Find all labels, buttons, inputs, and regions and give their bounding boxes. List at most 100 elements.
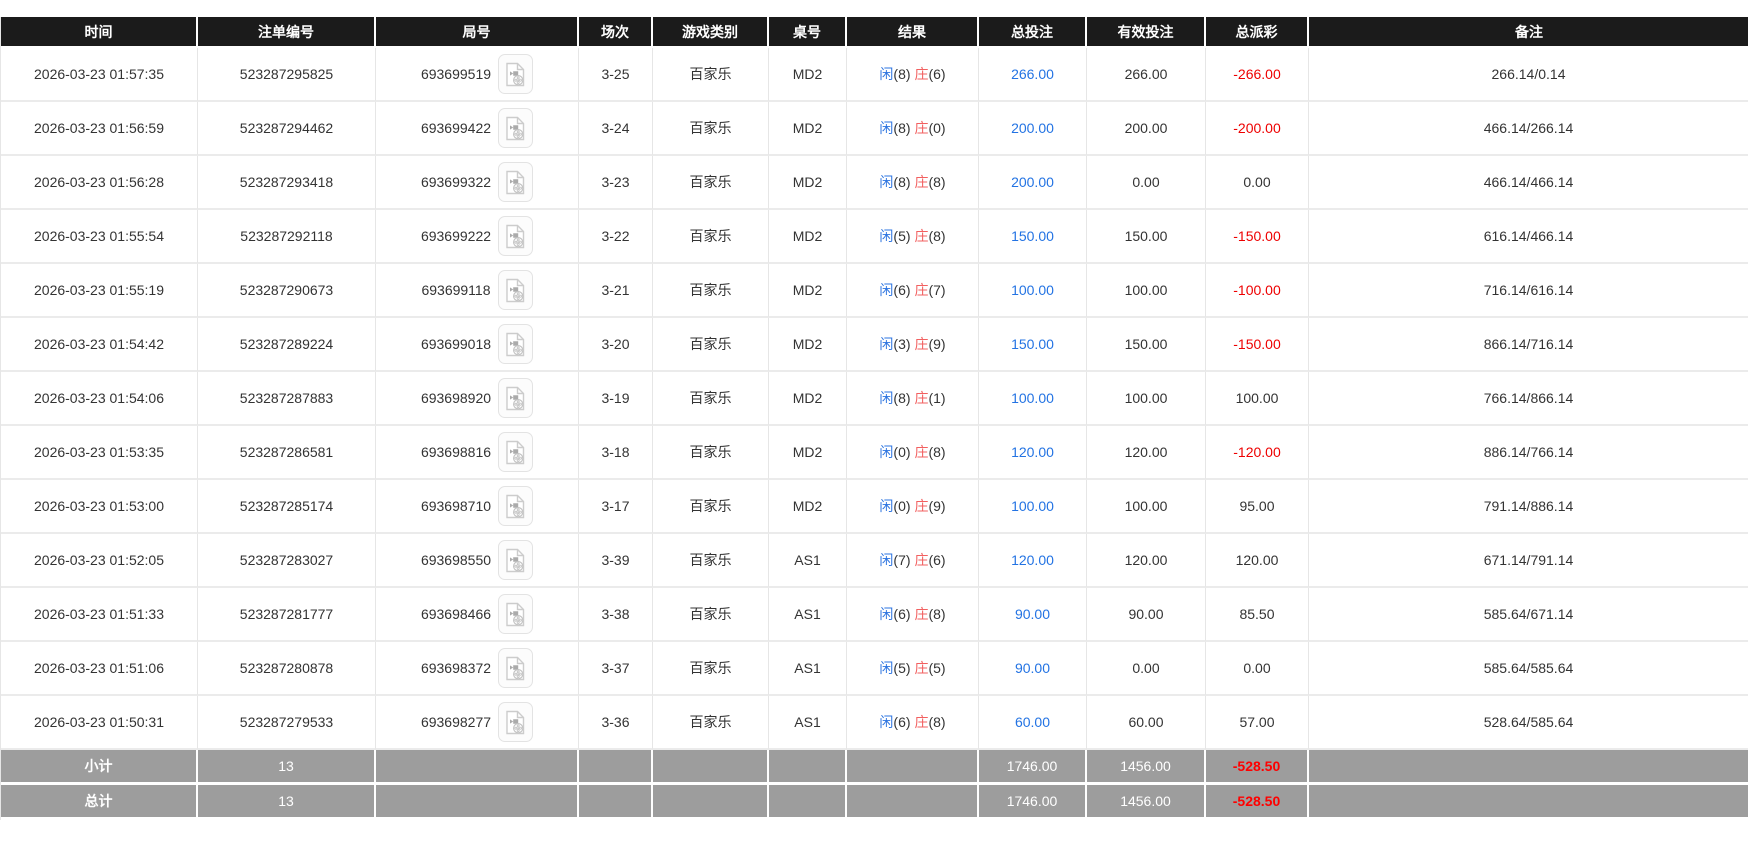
total-bet-link[interactable]: 150.00: [1011, 228, 1054, 244]
total-bet-link[interactable]: 150.00: [1011, 336, 1054, 352]
video-replay-button[interactable]: [497, 270, 533, 310]
round-id: 693698372: [420, 660, 492, 676]
video-replay-button[interactable]: [498, 162, 534, 202]
remark-cell: 866.14/716.14: [1309, 318, 1748, 372]
remark-cell: 671.14/791.14: [1309, 534, 1748, 588]
video-replay-button[interactable]: [498, 540, 534, 580]
grand-total-valid-bet: 1456.00: [1087, 785, 1206, 820]
video-replay-button[interactable]: [498, 108, 534, 148]
video-replay-button[interactable]: [498, 216, 534, 256]
player-score: (0): [893, 498, 911, 514]
time-cell: 2026-03-23 01:53:00: [1, 480, 198, 534]
total-bet-cell: 100.00: [979, 372, 1087, 426]
round-id: 693698277: [420, 714, 492, 730]
total-bet-link[interactable]: 100.00: [1011, 390, 1054, 406]
valid-bet-cell: 266.00: [1087, 48, 1206, 102]
banker-score: (9): [928, 336, 946, 352]
round-id: 693698550: [420, 552, 492, 568]
video-replay-button[interactable]: [498, 324, 534, 364]
total-bet-link[interactable]: 60.00: [1015, 714, 1050, 730]
order-id-cell: 523287293418: [198, 156, 376, 210]
player-result-label: 闲: [879, 174, 894, 190]
grand-total-empty-game: [653, 785, 769, 820]
round-id: 693699422: [420, 120, 492, 136]
total-bet-link[interactable]: 100.00: [1011, 282, 1054, 298]
order-id-cell: 523287287883: [198, 372, 376, 426]
column-header-time: 时间: [1, 17, 198, 48]
result-cell: 闲(0) 庄(8): [847, 426, 979, 480]
video-replay-button[interactable]: [498, 378, 534, 418]
table-row: 2026-03-23 01:56:59 523287294462 6936994…: [1, 102, 1748, 156]
order-id-cell: 523287289224: [198, 318, 376, 372]
player-score: (6): [893, 606, 911, 622]
payout-cell: 57.00: [1206, 696, 1309, 750]
total-bet-cell: 150.00: [979, 318, 1087, 372]
result-cell: 闲(8) 庄(8): [847, 156, 979, 210]
grand-total-empty-round: [376, 785, 579, 820]
total-bet-link[interactable]: 90.00: [1015, 660, 1050, 676]
remark-cell: 466.14/266.14: [1309, 102, 1748, 156]
total-bet-link[interactable]: 120.00: [1011, 552, 1054, 568]
banker-result-label: 庄: [914, 606, 929, 622]
subtotal-empty-remark: [1309, 750, 1748, 785]
subtotal-empty-round: [376, 750, 579, 785]
column-header-total-bet: 总投注: [979, 17, 1087, 48]
banker-result-label: 庄: [914, 120, 929, 136]
banker-score: (9): [928, 498, 946, 514]
total-bet-link[interactable]: 266.00: [1011, 66, 1054, 82]
total-bet-link[interactable]: 120.00: [1011, 444, 1054, 460]
banker-result-label: 庄: [914, 498, 929, 514]
player-result-label: 闲: [879, 336, 894, 352]
session-cell: 3-39: [579, 534, 653, 588]
game-type-cell: 百家乐: [653, 264, 769, 318]
payout-cell: 0.00: [1206, 156, 1309, 210]
remark-cell: 886.14/766.14: [1309, 426, 1748, 480]
grand-total-empty-table: [769, 785, 847, 820]
player-result-label: 闲: [879, 606, 894, 622]
total-bet-link[interactable]: 100.00: [1011, 498, 1054, 514]
subtotal-valid-bet: 1456.00: [1087, 750, 1206, 785]
table-id-cell: MD2: [769, 48, 847, 102]
valid-bet-cell: 0.00: [1087, 156, 1206, 210]
banker-score: (8): [928, 174, 946, 190]
round-cell: 693698816: [376, 426, 579, 480]
video-replay-button[interactable]: [498, 594, 534, 634]
total-bet-cell: 90.00: [979, 642, 1087, 696]
total-bet-link[interactable]: 200.00: [1011, 174, 1054, 190]
video-replay-button[interactable]: [498, 486, 534, 526]
round-id: 693698816: [420, 444, 492, 460]
valid-bet-cell: 100.00: [1087, 372, 1206, 426]
round-id: 693699118: [421, 282, 491, 298]
table-header: 时间 注单编号 局号 场次 游戏类别 桌号 结果 总投注 有效投注 总派彩 备注: [1, 17, 1748, 48]
subtotal-empty-session: [579, 750, 653, 785]
banker-score: (6): [928, 66, 946, 82]
banker-result-label: 庄: [914, 174, 929, 190]
valid-bet-cell: 200.00: [1087, 102, 1206, 156]
video-replay-button[interactable]: [498, 432, 534, 472]
grand-total-row: 总计 13 1746.00 1456.00 -528.50: [1, 785, 1748, 820]
player-score: (8): [893, 390, 911, 406]
player-score: (5): [893, 228, 911, 244]
valid-bet-cell: 150.00: [1087, 318, 1206, 372]
payout-cell: 85.50: [1206, 588, 1309, 642]
player-score: (6): [893, 714, 911, 730]
video-replay-button[interactable]: [498, 702, 534, 742]
result-cell: 闲(3) 庄(9): [847, 318, 979, 372]
subtotal-empty-table: [769, 750, 847, 785]
banker-result-label: 庄: [914, 714, 929, 730]
remark-cell: 716.14/616.14: [1309, 264, 1748, 318]
time-cell: 2026-03-23 01:51:06: [1, 642, 198, 696]
result-cell: 闲(0) 庄(9): [847, 480, 979, 534]
player-score: (8): [893, 66, 911, 82]
payout-cell: -120.00: [1206, 426, 1309, 480]
video-replay-button[interactable]: [498, 648, 534, 688]
round-cell: 693699222: [376, 210, 579, 264]
game-type-cell: 百家乐: [653, 156, 769, 210]
table-id-cell: AS1: [769, 642, 847, 696]
time-cell: 2026-03-23 01:52:05: [1, 534, 198, 588]
table-row: 2026-03-23 01:55:54 523287292118 6936992…: [1, 210, 1748, 264]
banker-score: (6): [928, 552, 946, 568]
total-bet-link[interactable]: 200.00: [1011, 120, 1054, 136]
total-bet-link[interactable]: 90.00: [1015, 606, 1050, 622]
video-replay-button[interactable]: [498, 54, 534, 94]
